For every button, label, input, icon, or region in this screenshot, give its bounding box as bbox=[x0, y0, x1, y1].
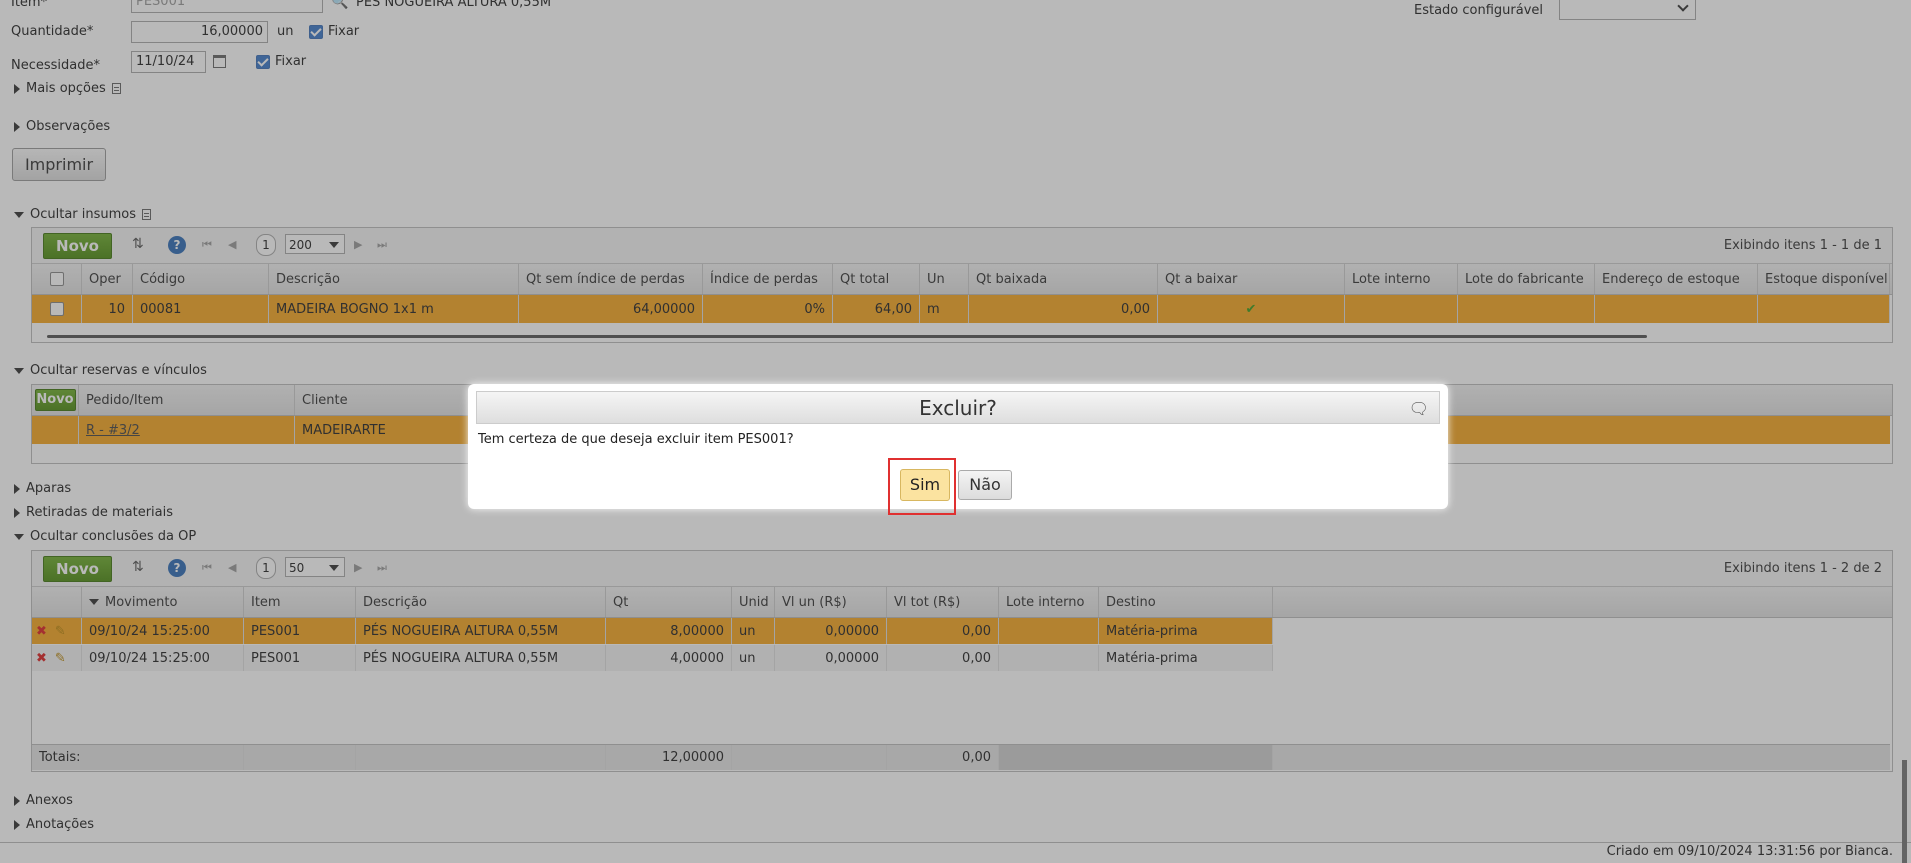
dialog-title: Excluir? bbox=[919, 396, 997, 420]
no-button[interactable]: Não bbox=[958, 470, 1012, 500]
confirm-dialog: Excluir? 🗨 Tem certeza de que deseja exc… bbox=[468, 384, 1448, 515]
chat-icon[interactable]: 🗨 bbox=[1409, 392, 1429, 425]
dialog-title-bar: Excluir? 🗨 bbox=[476, 391, 1440, 424]
yes-button[interactable]: Sim bbox=[900, 469, 950, 501]
dialog-message: Tem certeza de que deseja excluir item P… bbox=[478, 432, 794, 447]
